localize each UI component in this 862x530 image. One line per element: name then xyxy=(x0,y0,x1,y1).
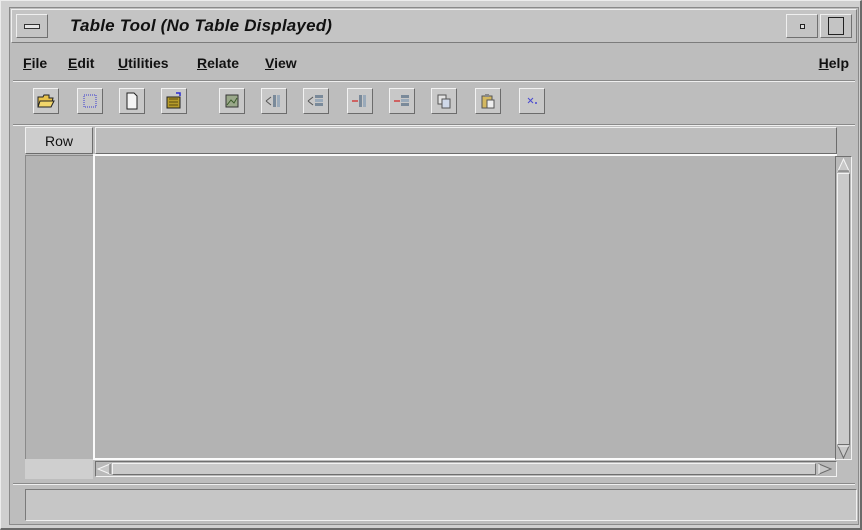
menu-edit-label: Edit xyxy=(68,55,95,71)
window-title: Table Tool (No Table Displayed) xyxy=(70,16,333,35)
scroll-up-icon[interactable] xyxy=(837,158,850,172)
maximize-icon xyxy=(828,17,844,35)
scroll-down-icon[interactable] xyxy=(837,445,850,459)
horizontal-scrollbar[interactable] xyxy=(95,461,837,477)
status-separator xyxy=(13,483,855,485)
open-folder-icon xyxy=(37,94,55,108)
menu-relate-label: Relate xyxy=(197,55,240,71)
menu-help[interactable]: Help xyxy=(819,55,849,71)
scroll-left-icon[interactable] xyxy=(97,463,111,475)
status-bar xyxy=(25,489,857,521)
open-table-button[interactable] xyxy=(161,88,187,114)
column-header-strip xyxy=(95,127,837,154)
new-document-icon xyxy=(126,92,138,110)
select-button[interactable] xyxy=(77,88,103,114)
insert-column-button[interactable] xyxy=(261,88,287,114)
menu-relate[interactable]: Relate xyxy=(197,55,239,71)
image-table-button[interactable] xyxy=(219,88,245,114)
delete-column-icon xyxy=(352,95,366,107)
insert-column-icon xyxy=(265,95,280,107)
row-number-column xyxy=(25,155,93,459)
menu-utilities[interactable]: Utilities xyxy=(118,55,169,71)
horizontal-scroll-thumb[interactable] xyxy=(112,463,816,475)
menu-view[interactable]: View xyxy=(265,55,297,71)
toolbar-separator xyxy=(13,124,855,126)
scroll-right-icon[interactable] xyxy=(818,463,832,475)
delete-row-icon xyxy=(394,95,409,106)
select-frame-icon xyxy=(83,94,97,108)
table-tool-window: Table Tool (No Table Displayed) File Edi… xyxy=(0,0,862,530)
row-column-header[interactable]: Row xyxy=(25,127,93,154)
vertical-scrollbar[interactable] xyxy=(835,156,852,460)
image-table-icon xyxy=(225,94,239,108)
table-grid[interactable] xyxy=(93,154,837,460)
menubar-separator xyxy=(13,80,855,82)
minimize-icon xyxy=(799,23,805,29)
open-table-icon xyxy=(166,92,181,109)
insert-row-icon xyxy=(307,95,323,106)
row-header-label: Row xyxy=(44,132,73,149)
paste-button[interactable] xyxy=(475,88,501,114)
row-column-footer xyxy=(25,459,93,479)
window-menu-button[interactable] xyxy=(16,14,48,38)
toolbar xyxy=(13,83,855,123)
open-button[interactable] xyxy=(33,88,59,114)
title-bar[interactable]: Table Tool (No Table Displayed) xyxy=(11,9,857,43)
menu-view-label: View xyxy=(265,55,297,71)
menu-file[interactable]: File xyxy=(23,55,47,71)
delete-row-button[interactable] xyxy=(389,88,415,114)
menu-utilities-label: Utilities xyxy=(118,55,169,71)
horizontal-scroll-area xyxy=(95,461,837,479)
menu-bar: File Edit Utilities Relate View Help xyxy=(13,45,855,79)
copy-button[interactable] xyxy=(431,88,457,114)
insert-row-button[interactable] xyxy=(303,88,329,114)
copy-icon xyxy=(437,94,451,109)
menu-help-label: Help xyxy=(818,55,849,71)
table-view: Row xyxy=(25,127,852,479)
clear-selection-button[interactable] xyxy=(519,88,545,114)
window-menu-icon xyxy=(24,23,40,29)
new-button[interactable] xyxy=(119,88,145,114)
maximize-button[interactable] xyxy=(820,14,852,38)
paste-icon xyxy=(481,94,495,109)
delete-column-button[interactable] xyxy=(347,88,373,114)
menu-file-label: File xyxy=(23,55,48,71)
clear-selection-icon xyxy=(527,97,537,104)
minimize-button[interactable] xyxy=(786,14,818,38)
vertical-scroll-thumb[interactable] xyxy=(837,173,850,445)
menu-edit[interactable]: Edit xyxy=(68,55,94,71)
